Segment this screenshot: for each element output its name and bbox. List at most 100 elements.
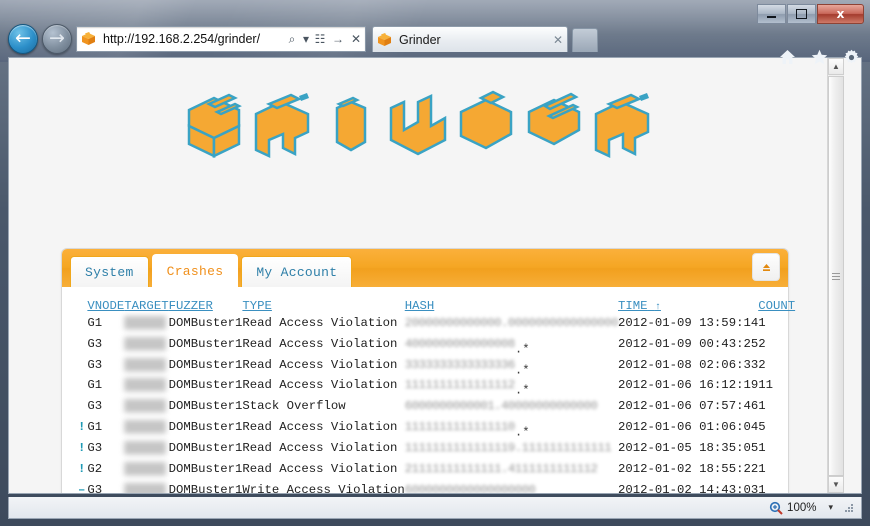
cell-time: 2012-01-09 00:43:25 xyxy=(618,336,759,351)
scrollbar-thumb[interactable] xyxy=(828,76,844,476)
web-page: System Crashes My Account VNODE TARGET F… xyxy=(9,58,844,493)
table-row[interactable]: G3 ██████ DOMBuster1 Read Access Violation 4… xyxy=(78,337,795,358)
crashes-panel-body: VNODE TARGET FUZZER TYPE HASH TIME ↑ COU… xyxy=(62,287,795,493)
status-bar: 100% ▾ xyxy=(8,497,862,519)
back-button[interactable]: ← xyxy=(8,24,38,54)
zoom-control[interactable]: 100% ▾ xyxy=(769,501,833,515)
cell-vnode: G3 xyxy=(87,482,103,494)
app-tab-bar: System Crashes My Account xyxy=(62,249,788,287)
home-icon[interactable] xyxy=(778,48,796,66)
cell-flag xyxy=(78,358,87,379)
cell-count: 1 xyxy=(758,440,766,455)
logo-letter-e xyxy=(527,92,581,146)
table-row[interactable]: G1 ██████ DOMBuster1 Read Access Violation 1… xyxy=(78,378,795,399)
eject-icon xyxy=(762,263,770,271)
new-tab-button[interactable] xyxy=(572,28,598,52)
cell-count: 1 xyxy=(758,399,766,414)
cell-target: ██████ xyxy=(124,378,166,393)
cell-count: 1 xyxy=(758,316,766,330)
cell-type: Stack Overflow xyxy=(242,399,346,414)
forward-button[interactable]: → xyxy=(42,24,72,54)
search-icon[interactable]: ⌕ xyxy=(283,32,301,47)
close-icon: x xyxy=(836,7,845,21)
cell-target: ██████ xyxy=(124,420,166,435)
cell-vnode: G3 xyxy=(87,357,103,372)
cell-time: 2012-01-08 02:06:33 xyxy=(618,357,759,372)
cell-type: Read Access Violation xyxy=(242,461,398,476)
stop-icon[interactable]: ✕ xyxy=(347,32,365,46)
header-flag xyxy=(78,299,87,316)
maximize-button[interactable] xyxy=(787,4,816,24)
cell-hash: 3333333333333336.* xyxy=(404,357,530,378)
table-row[interactable]: G3 ██████ DOMBuster1 Read Access Violation 3… xyxy=(78,358,795,379)
cell-flag xyxy=(78,378,87,399)
table-row[interactable]: – G3 ██████ DOMBuster1 Write Access Violatio… xyxy=(78,483,795,494)
settings-gear-icon[interactable] xyxy=(842,48,860,66)
logout-eject-button[interactable] xyxy=(752,253,780,281)
chevron-down-icon[interactable]: ▾ xyxy=(301,32,311,46)
table-row[interactable]: ! G2 ██████ DOMBuster1 Read Access Violation… xyxy=(78,462,795,483)
page-scrollbar[interactable]: ▲ ▼ xyxy=(827,58,844,493)
cell-time: 2012-01-06 16:12:19 xyxy=(618,378,759,393)
resize-grip-icon[interactable] xyxy=(843,502,855,514)
zoom-level-label: 100% xyxy=(787,501,817,514)
cell-type: Read Access Violation xyxy=(242,316,398,330)
header-type[interactable]: TYPE xyxy=(242,299,404,316)
header-fuzzer[interactable]: FUZZER xyxy=(169,299,243,316)
cell-type: Read Access Violation xyxy=(242,378,398,393)
address-bar[interactable]: http://192.168.2.254/grinder/ ⌕ ▾ ☷ → ✕ xyxy=(76,26,366,52)
cell-hash: 21111111111111.4111111111112 xyxy=(404,461,598,476)
table-row[interactable]: ! G3 ██████ DOMBuster1 Read Access Violation… xyxy=(78,441,795,462)
page-viewport: System Crashes My Account VNODE TARGET F… xyxy=(8,57,862,494)
logo-letter-d xyxy=(459,90,513,150)
close-button[interactable]: x xyxy=(817,4,864,24)
crashes-panel: System Crashes My Account VNODE TARGET F… xyxy=(61,248,795,493)
crash-table-body: G1 ██████ DOMBuster1 Read Access Violation 2… xyxy=(78,316,795,493)
app-tab-crashes[interactable]: Crashes xyxy=(151,254,239,287)
logo-letter-n xyxy=(389,94,447,156)
sort-ascending-icon: ↑ xyxy=(654,302,661,313)
table-row[interactable]: G1 ██████ DOMBuster1 Read Access Violation 2… xyxy=(78,316,795,337)
cell-target: ██████ xyxy=(124,357,166,372)
zoom-chevron-down-icon[interactable]: ▾ xyxy=(828,502,833,513)
header-target[interactable]: TARGET xyxy=(124,299,168,316)
tab-favicon-icon xyxy=(377,32,392,47)
crash-table-header-row: VNODE TARGET FUZZER TYPE HASH TIME ↑ COU… xyxy=(78,299,795,316)
header-hash[interactable]: HASH xyxy=(405,299,618,316)
cell-count: 2 xyxy=(758,336,766,351)
cell-type: Read Access Violation xyxy=(242,336,398,351)
header-time[interactable]: TIME ↑ xyxy=(618,299,758,316)
browser-tab-title: Grinder xyxy=(399,32,441,47)
favorites-star-icon[interactable] xyxy=(810,48,828,66)
cell-fuzzer: DOMBuster1 xyxy=(168,357,243,372)
header-vnode[interactable]: VNODE xyxy=(87,299,124,316)
browser-window: x ← → http://192.168.2.254/grinder/ ⌕ ▾ … xyxy=(0,0,870,526)
app-tab-system[interactable]: System xyxy=(70,256,149,287)
cell-flag xyxy=(78,337,87,358)
table-row[interactable]: ! G1 ██████ DOMBuster1 Read Access Violation… xyxy=(78,420,795,441)
tab-strip: Grinder ✕ xyxy=(372,26,692,55)
cell-vnode: G1 xyxy=(87,420,103,435)
go-icon[interactable]: → xyxy=(329,32,347,46)
cell-fuzzer: DOMBuster1 xyxy=(168,399,243,414)
logo-letter-i xyxy=(335,96,367,152)
navigation-bar: ← → http://192.168.2.254/grinder/ ⌕ ▾ ☷ … xyxy=(0,22,870,65)
cell-flag xyxy=(78,316,87,337)
cell-type: Read Access Violation xyxy=(242,357,398,372)
cell-fuzzer: DOMBuster1 xyxy=(168,336,243,351)
scroll-down-icon[interactable]: ▼ xyxy=(828,476,844,493)
address-input[interactable]: http://192.168.2.254/grinder/ xyxy=(103,32,283,46)
cell-vnode: G1 xyxy=(87,378,103,393)
cell-fuzzer: DOMBuster1 xyxy=(168,461,243,476)
header-count[interactable]: COUNT xyxy=(758,299,795,316)
cell-target: ██████ xyxy=(124,440,166,455)
tab-close-icon[interactable]: ✕ xyxy=(549,33,567,47)
cell-flag: ! xyxy=(78,420,86,435)
compatibility-view-icon[interactable]: ☷ xyxy=(311,32,329,46)
browser-tab-grinder[interactable]: Grinder ✕ xyxy=(372,26,568,52)
app-tab-my-account[interactable]: My Account xyxy=(241,256,353,287)
table-row[interactable]: G3 ██████ DOMBuster1 Stack Overflow 60000000… xyxy=(78,399,795,420)
cell-count: 5 xyxy=(758,420,766,435)
site-favicon-icon xyxy=(81,32,96,46)
minimize-button[interactable] xyxy=(757,4,786,24)
